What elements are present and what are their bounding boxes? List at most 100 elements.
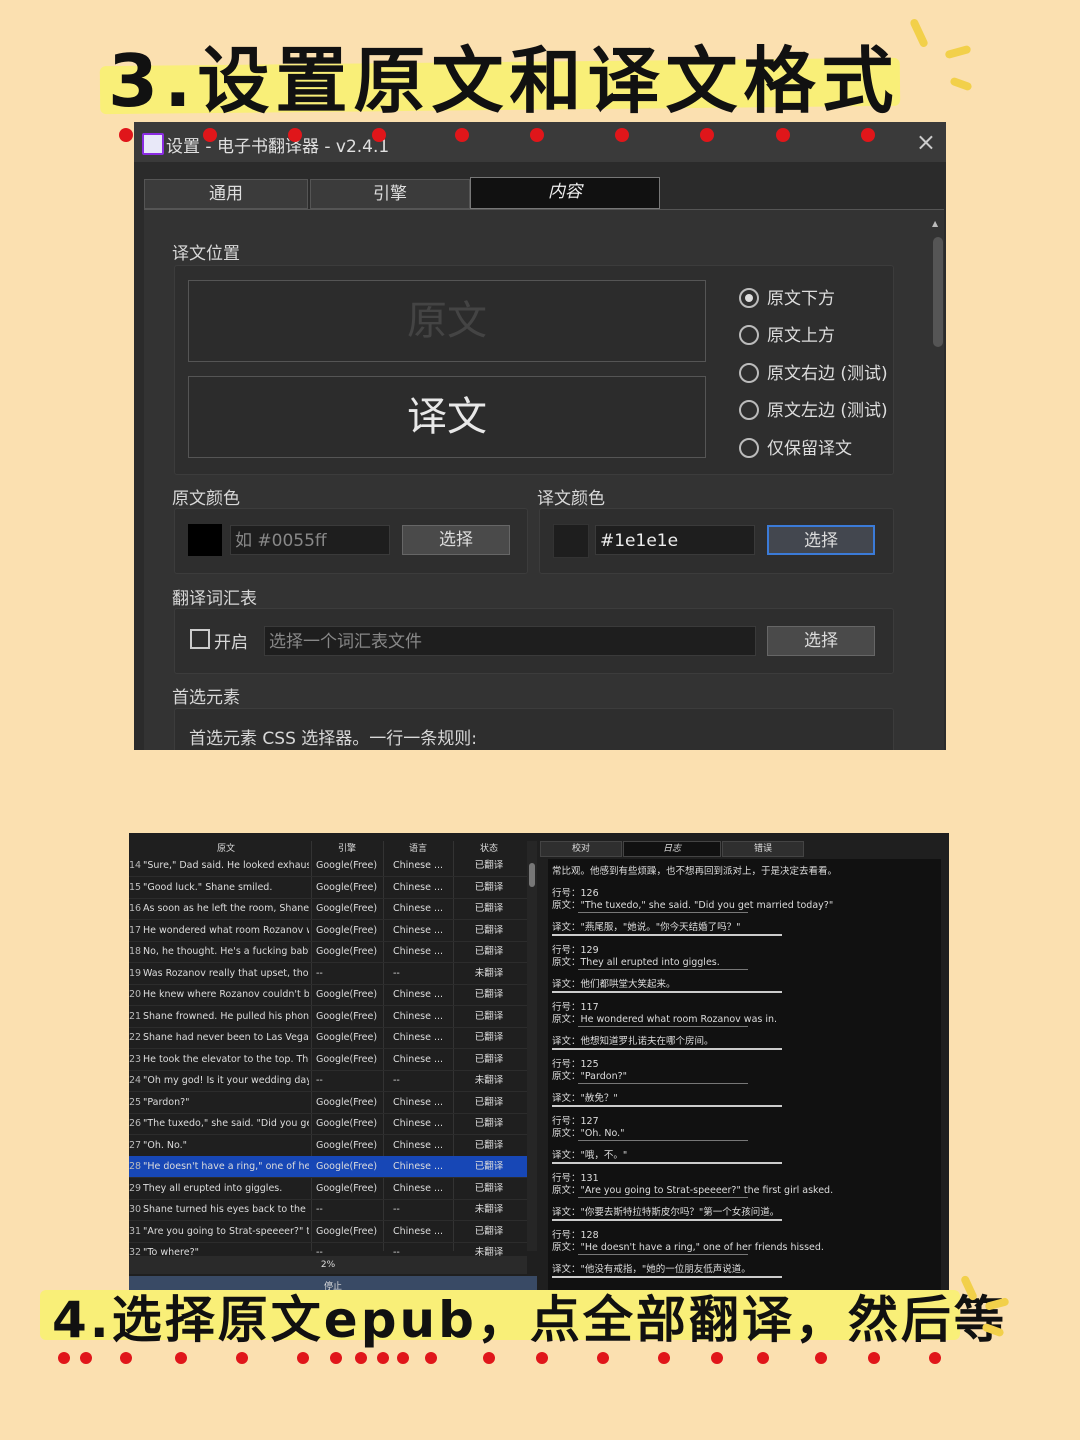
log-separator <box>578 969 748 970</box>
decor-dot <box>597 1352 609 1364</box>
scroll-thumb[interactable] <box>933 237 943 347</box>
table-row[interactable]: 29 They all erupted into giggles. Google(F… <box>129 1178 527 1200</box>
table-row[interactable]: 25"Pardon?" Google(Free)... Chinese ... 已翻译 <box>129 1092 527 1114</box>
column-header-status[interactable]: 状态 <box>459 841 519 854</box>
radio-below[interactable]: 原文下方 <box>739 284 835 309</box>
decor-dot <box>203 128 217 142</box>
cell-language: Chinese ... <box>393 1053 443 1065</box>
cell-source: Shane turned his eyes back to the ... <box>143 1204 309 1215</box>
translation-color-input[interactable]: #1e1e1e <box>595 525 755 555</box>
original-color-choose-button[interactable]: 选择 <box>402 525 510 555</box>
radio-left[interactable]: 原文左边 (测试) <box>739 396 888 421</box>
cell-source: "Oh. No." <box>143 1139 188 1151</box>
table-row[interactable]: 23He took the elevator to the top. There… <box>129 1049 527 1071</box>
glossary-enable-checkbox[interactable] <box>190 629 210 649</box>
column-header-engine[interactable]: 引擎 <box>316 841 378 854</box>
decor-dot <box>425 1352 437 1364</box>
cell-source: Was Rozanov really that upset, thoug... <box>143 967 309 979</box>
cell-language: Chinese ... <box>393 1118 443 1129</box>
table-row[interactable]: 30 Shane turned his eyes back to the ... -… <box>129 1199 527 1221</box>
cell-source: No, he thought. He's a fucking baby ... <box>143 946 309 957</box>
table-row[interactable]: 22 Shane had never been to Las Vegas ... G… <box>129 1027 527 1049</box>
settings-scrollbar[interactable]: ▲ <box>932 217 944 737</box>
cell-source: "Sure," Dad said. He looked exhausted... <box>143 860 309 871</box>
cell-source: "Oh my god! Is it your wedding day?" ... <box>143 1075 309 1086</box>
radio-selected-icon <box>739 288 759 308</box>
tab-general[interactable]: 通用 <box>144 179 308 209</box>
radio-icon <box>739 363 759 383</box>
log-original: 原文：They all erupted into giggles. <box>552 957 720 968</box>
radio-translation-only[interactable]: 仅保留译文 <box>739 434 852 459</box>
table-row[interactable]: 17He wondered what room Rozanov wa... Goo… <box>129 920 527 942</box>
radio-icon <box>739 400 759 420</box>
decor-dot <box>929 1352 941 1364</box>
cell-source: "Pardon?" <box>143 1096 190 1108</box>
cell-status: 已翻译 <box>474 1032 504 1043</box>
cell-engine: Google(Free)... <box>316 1010 378 1022</box>
section-label-original-color: 原文颜色 <box>172 489 240 509</box>
table-row[interactable]: 14"Sure," Dad said. He looked exhausted.… <box>129 855 527 877</box>
cell-engine: -- <box>316 967 323 979</box>
table-row[interactable]: 18 No, he thought. He's a fucking baby ..… <box>129 941 527 963</box>
cell-engine: Google(Free)... <box>316 1118 378 1129</box>
decor-dot <box>757 1352 769 1364</box>
table-row[interactable]: 28 "He doesn't have a ring," one of her .… <box>129 1156 527 1178</box>
cell-engine: -- <box>316 1075 323 1086</box>
table-scrollbar[interactable] <box>527 841 537 1251</box>
table-row[interactable]: 26"The tuxedo," she said. "Did you get .… <box>129 1113 527 1135</box>
cell-source: He knew where Rozanov couldn't be ... <box>143 989 309 1000</box>
radio-right[interactable]: 原文右边 (测试) <box>739 359 888 384</box>
cell-status: 已翻译 <box>474 903 504 914</box>
cell-language: -- <box>393 1075 400 1086</box>
radio-above[interactable]: 原文上方 <box>739 321 835 346</box>
preview-original: 原文 <box>188 280 706 362</box>
decor-dot <box>536 1352 548 1364</box>
original-color-input[interactable]: 如 #0055ff <box>230 525 390 555</box>
cell-status: 未翻译 <box>474 967 504 979</box>
log-pane: 常比观。他感到有些烦躁，也不想再回到派对上，于是决定去看看。 行号：126 原文：… <box>548 859 941 1298</box>
row-number: 28 <box>129 1161 141 1172</box>
column-header-language[interactable]: 语言 <box>387 841 449 854</box>
glossary-choose-button[interactable]: 选择 <box>767 626 875 656</box>
translation-color-swatch <box>553 524 589 558</box>
tab-log[interactable]: 日志 <box>623 841 721 857</box>
scroll-thumb[interactable] <box>529 863 535 887</box>
translation-color-choose-button[interactable]: 选择 <box>767 525 875 555</box>
decor-ray <box>944 44 972 60</box>
table-row[interactable]: 19Was Rozanov really that upset, thoug..… <box>129 963 527 985</box>
step3-heading: 3.设置原文和译文格式 <box>108 39 900 123</box>
table-row[interactable]: 21 Shane frowned. He pulled his phone ...… <box>129 1006 527 1028</box>
log-head-line: 常比观。他感到有些烦躁，也不想再回到派对上，于是决定去看看。 <box>552 866 838 877</box>
decor-dot <box>175 1352 187 1364</box>
table-row[interactable]: 31"Are you going to Strat-speeeer?" the … <box>129 1221 527 1243</box>
tab-content[interactable]: 内容 <box>470 177 660 209</box>
tab-errors[interactable]: 错误 <box>722 841 804 857</box>
cell-language: Chinese ... <box>393 1225 443 1237</box>
table-row[interactable]: 15 "Good luck." Shane smiled. Google(Free)… <box>129 877 527 899</box>
app-icon <box>142 133 164 155</box>
row-number: 21 <box>129 1010 141 1022</box>
cell-status: 已翻译 <box>474 1096 504 1108</box>
log-divider <box>552 1276 782 1278</box>
row-number: 20 <box>129 989 141 1000</box>
tab-engine[interactable]: 引擎 <box>310 179 470 209</box>
table-row[interactable]: 20He knew where Rozanov couldn't be ... G… <box>129 984 527 1006</box>
scroll-up-icon[interactable]: ▲ <box>932 219 938 228</box>
row-number: 15 <box>129 881 141 893</box>
decor-dot <box>355 1352 367 1364</box>
progress-label: 2% <box>129 1256 527 1274</box>
column-header-source[interactable]: 原文 <box>143 841 309 854</box>
table-row[interactable]: 24"Oh my god! Is it your wedding day?" .… <box>129 1070 527 1092</box>
close-icon[interactable]: × <box>916 128 936 156</box>
glossary-enable-label: 开启 <box>214 633 248 653</box>
tab-review[interactable]: 校对 <box>540 841 622 857</box>
cell-language: Chinese ... <box>393 860 443 871</box>
glossary-file-input[interactable]: 选择一个词汇表文件 <box>264 626 756 656</box>
table-row[interactable]: 16As soon as he left the room, Shane fel… <box>129 898 527 920</box>
cell-status: 已翻译 <box>474 1139 504 1151</box>
cell-language: Chinese ... <box>393 1032 443 1043</box>
cell-engine: -- <box>316 1204 323 1215</box>
cell-source: As soon as he left the room, Shane fel..… <box>143 903 309 914</box>
table-row[interactable]: 27"Oh. No." Google(Free)... Chinese ... 已翻译 <box>129 1135 527 1157</box>
log-original: 原文："Are you going to Strat-speeeer?" the… <box>552 1185 834 1196</box>
